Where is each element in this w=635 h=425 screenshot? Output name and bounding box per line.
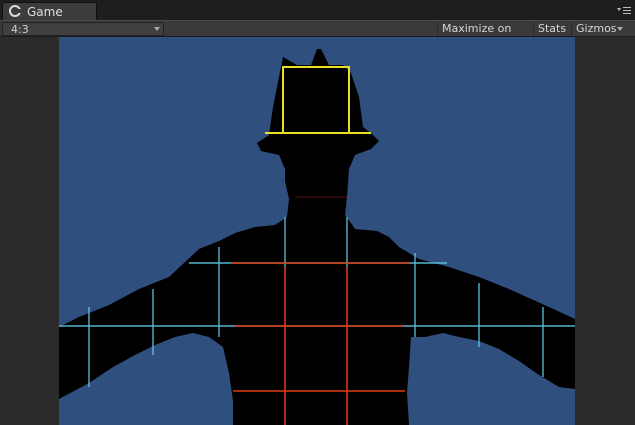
panel-menu-icon[interactable] bbox=[617, 6, 631, 16]
stats-toggle[interactable]: Stats bbox=[533, 22, 572, 36]
chevron-down-icon bbox=[154, 27, 160, 31]
maximize-on-play-toggle[interactable]: Maximize on Play bbox=[437, 22, 536, 49]
gizmos-chevron-down-icon[interactable] bbox=[617, 27, 623, 31]
character-silhouette bbox=[59, 49, 575, 425]
unity-logo-icon bbox=[9, 5, 21, 17]
tab-bar: Game bbox=[0, 0, 635, 20]
aspect-ratio-dropdown[interactable]: 4:3 bbox=[2, 22, 164, 36]
game-viewport[interactable] bbox=[59, 37, 575, 425]
tab-game[interactable]: Game bbox=[2, 2, 97, 20]
tab-game-label: Game bbox=[27, 5, 63, 19]
aspect-ratio-value: 4:3 bbox=[11, 23, 29, 36]
game-toolbar: 4:3 Maximize on Play Stats Gizmos bbox=[0, 20, 635, 49]
gizmos-dropdown[interactable]: Gizmos bbox=[571, 22, 620, 36]
game-render bbox=[59, 49, 575, 425]
